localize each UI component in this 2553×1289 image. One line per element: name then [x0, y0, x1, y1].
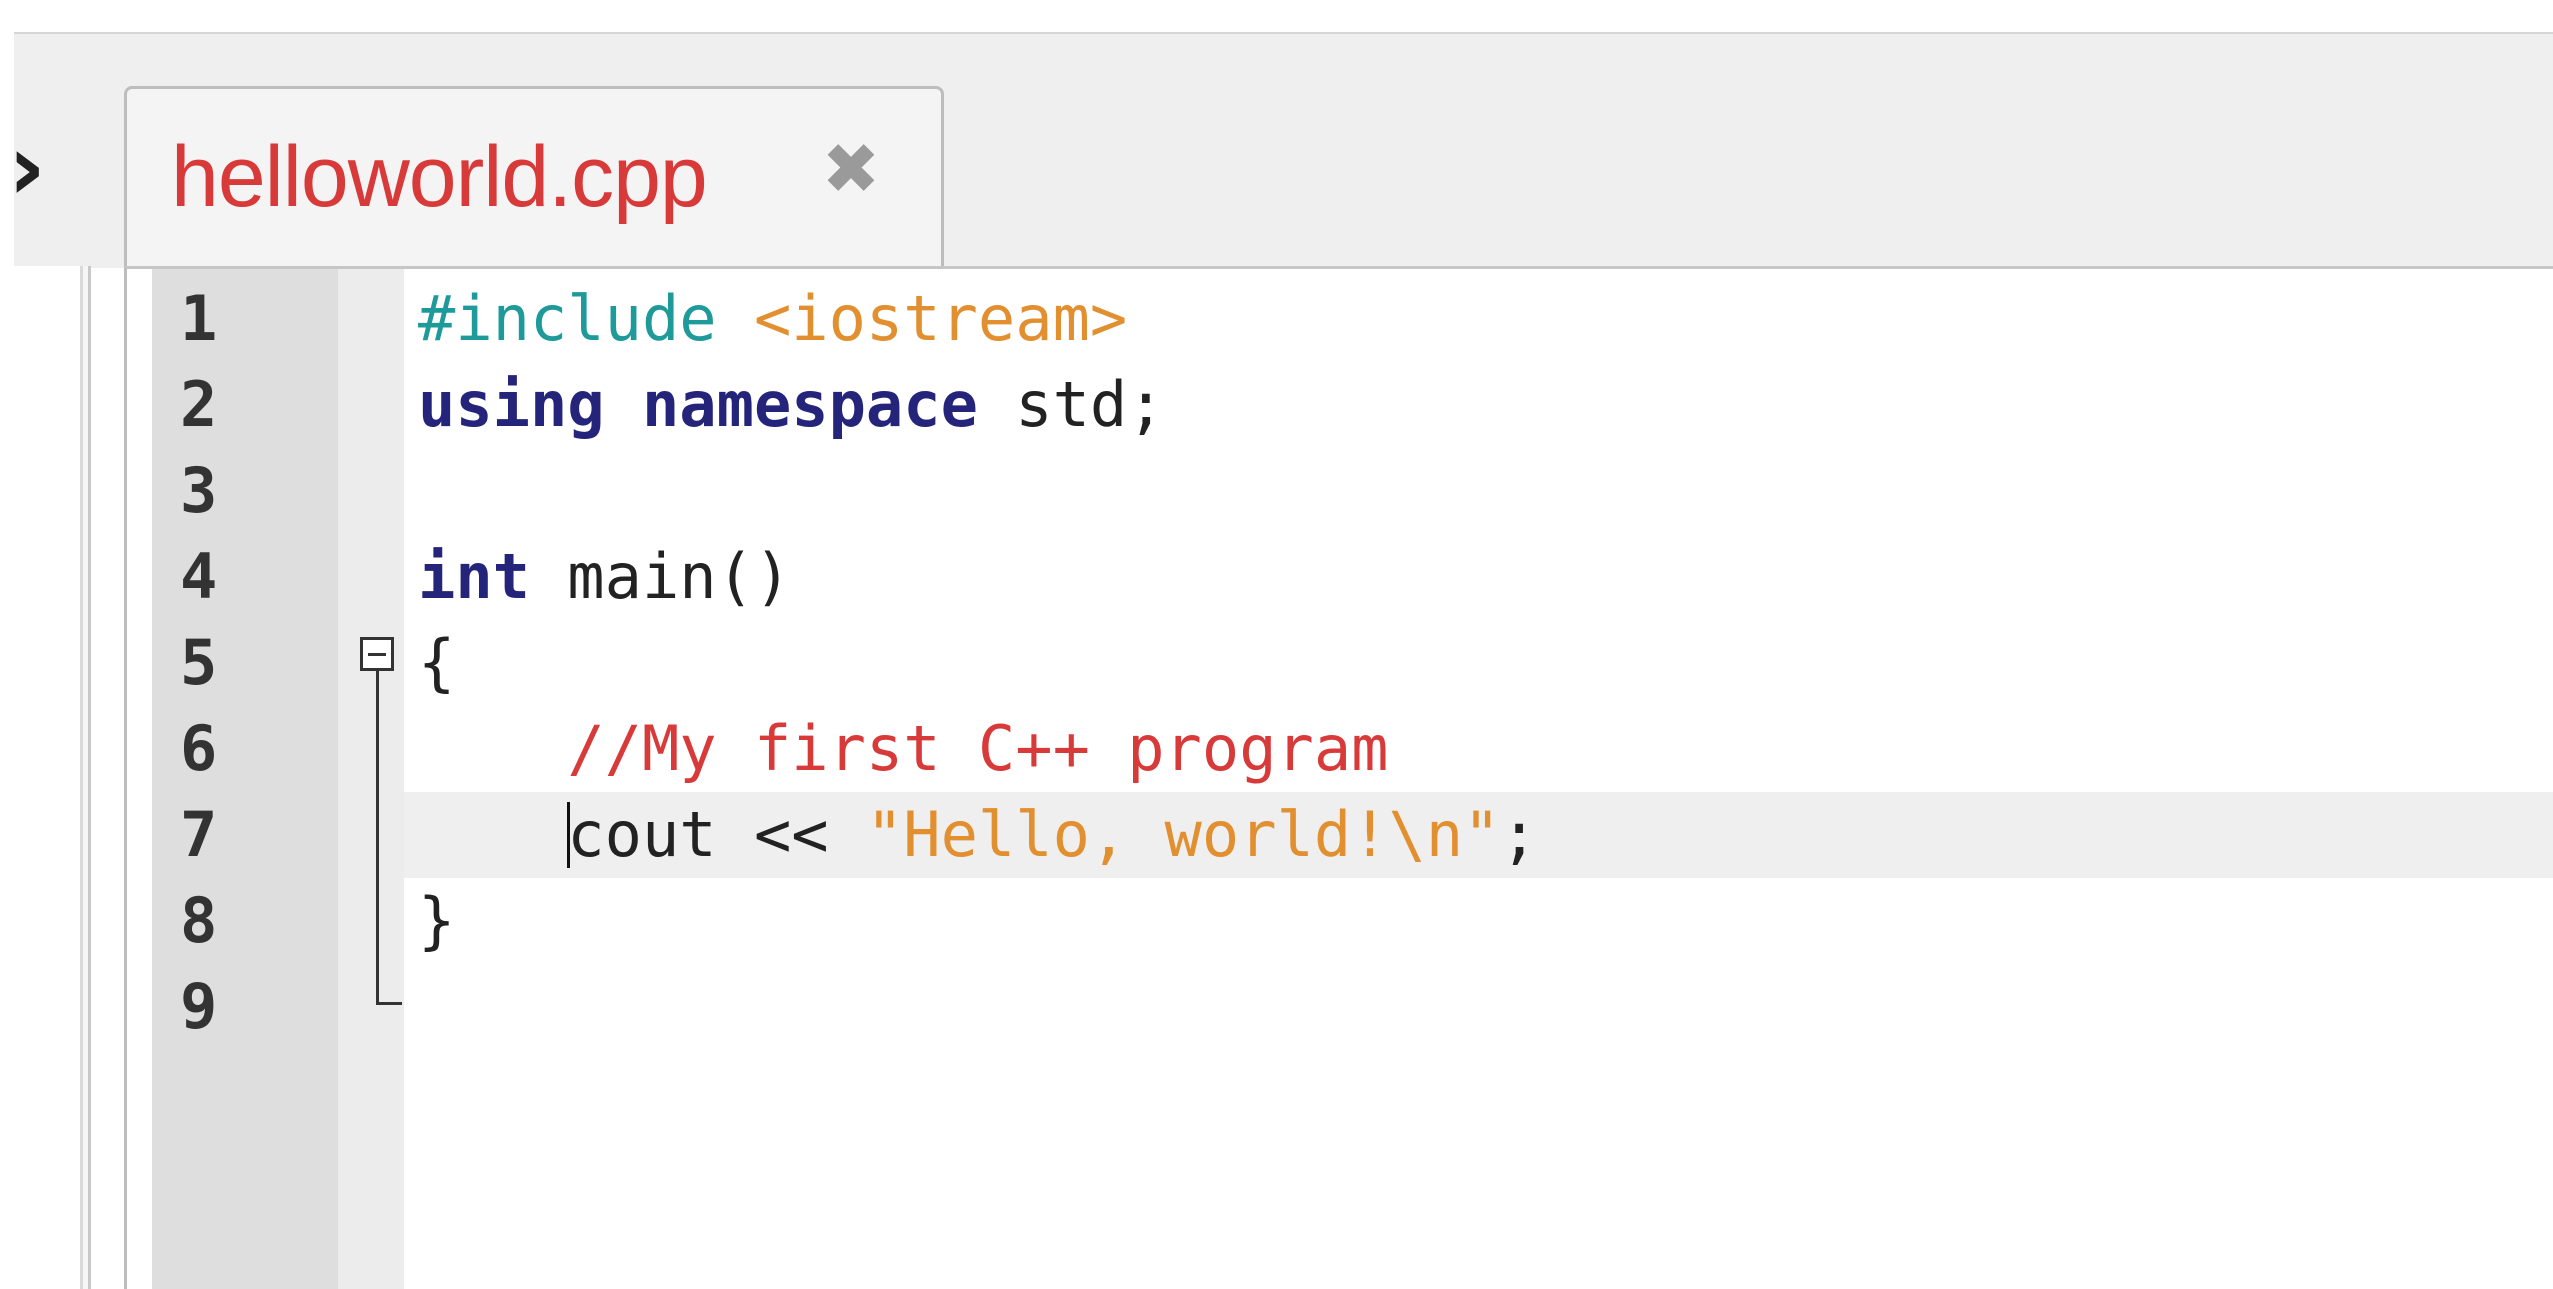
code-token: cout <<: [418, 798, 866, 871]
code-token: std;: [977, 368, 1165, 441]
code-token: namespace: [641, 368, 978, 441]
code-line[interactable]: [404, 964, 2553, 1050]
fold-collapse-icon[interactable]: [360, 637, 394, 671]
line-number: 6: [180, 712, 218, 785]
line-number: 1: [180, 282, 218, 355]
code-token: #include: [418, 282, 754, 355]
line-numbers: 1 2 3 4 5 6 7 8 9: [180, 276, 217, 1050]
tab-helloworld-cpp[interactable]: helloworld.cpp ✖: [124, 86, 944, 268]
code-token: ;: [1500, 798, 1538, 871]
code-token: <iostream>: [753, 282, 1128, 355]
code-line[interactable]: using namespace std;: [404, 362, 2553, 448]
fold-range-end: [376, 1002, 402, 1005]
code-token: //My first C++ program: [567, 712, 1389, 785]
code-area[interactable]: #include <iostream> using namespace std; i…: [404, 276, 2553, 1050]
code-line[interactable]: [404, 448, 2553, 534]
line-number: 2: [180, 368, 218, 441]
editor-window: › helloworld.cpp ✖ 1 2 3 4 5 6 7 8 9 #in…: [0, 0, 2553, 1289]
line-number: 8: [180, 884, 218, 957]
code-line[interactable]: int main(): [404, 534, 2553, 620]
code-token: }: [418, 884, 456, 957]
line-number: 4: [180, 540, 218, 613]
code-line[interactable]: {: [404, 620, 2553, 706]
code-token: using: [418, 368, 605, 441]
line-number: 7: [180, 798, 218, 871]
fold-range-line: [376, 671, 379, 1005]
line-number: 5: [180, 626, 218, 699]
code-line[interactable]: //My first C++ program: [404, 706, 2553, 792]
code-token: "Hello, world!\n": [865, 798, 1501, 871]
line-number: 9: [180, 970, 218, 1043]
code-token: int: [418, 540, 530, 613]
code-line[interactable]: }: [404, 878, 2553, 964]
expand-panel-chevron-icon[interactable]: ›: [8, 122, 64, 214]
code-token: {: [418, 626, 456, 699]
fold-margin: [338, 269, 404, 1289]
code-token: main(): [529, 540, 792, 613]
side-panel-inner: [14, 266, 83, 1289]
code-line[interactable]: cout << "Hello, world!\n";: [404, 792, 2553, 878]
text-cursor: [567, 802, 571, 868]
tab-filename: helloworld.cpp: [171, 129, 708, 225]
code-line[interactable]: #include <iostream>: [404, 276, 2553, 362]
line-number: 3: [180, 454, 218, 527]
window-top-strip: [0, 0, 2553, 32]
close-tab-icon[interactable]: ✖: [811, 129, 891, 209]
